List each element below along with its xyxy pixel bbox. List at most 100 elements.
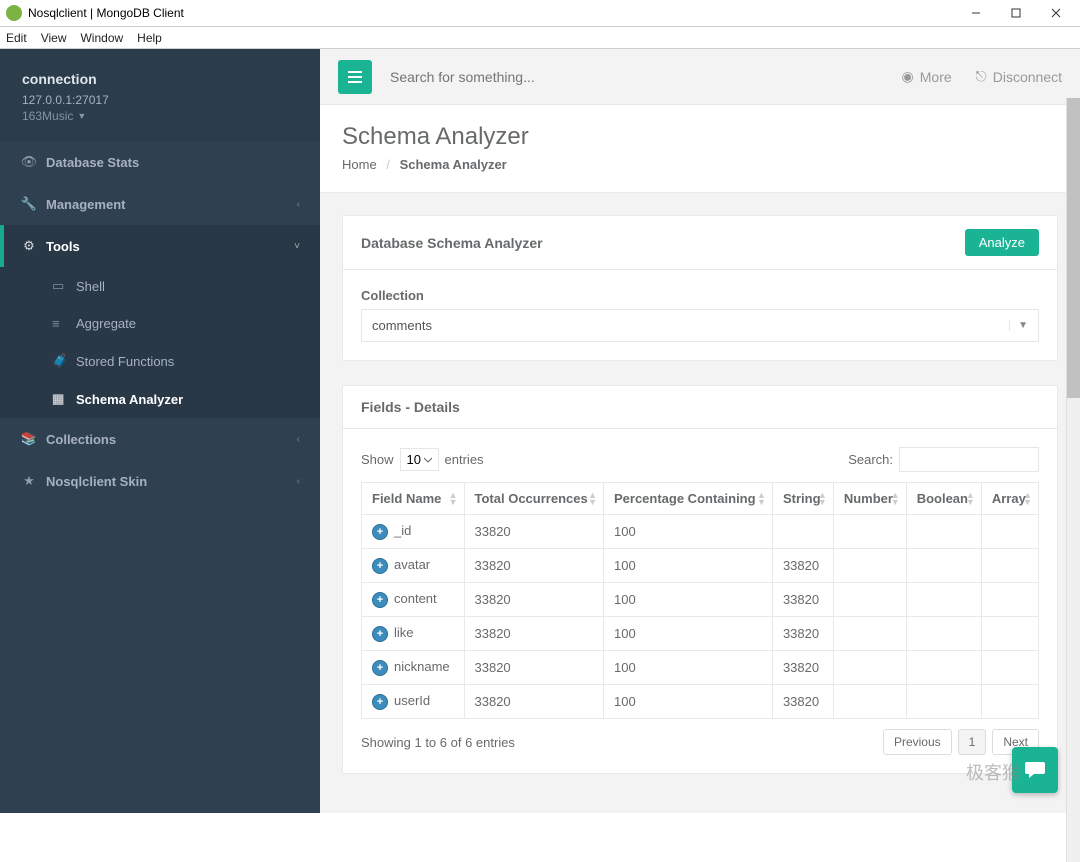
expand-icon[interactable]: + xyxy=(372,592,388,608)
menu-window[interactable]: Window xyxy=(80,31,123,45)
sidebar-item-label: Tools xyxy=(46,239,294,254)
sidebar-item-label: Management xyxy=(46,197,297,212)
col-boolean[interactable]: Boolean▲▼ xyxy=(906,483,981,515)
cell-value xyxy=(981,617,1038,651)
more-label: More xyxy=(920,69,952,85)
cell-value: 33820 xyxy=(464,583,603,617)
chevron-down-icon: ▼ xyxy=(1009,320,1028,331)
cell-value xyxy=(833,549,906,583)
cell-value xyxy=(833,515,906,549)
chevron-left-icon: ‹ xyxy=(297,434,300,445)
cell-value xyxy=(833,617,906,651)
sort-icon: ▲▼ xyxy=(1023,492,1032,506)
scroll-thumb[interactable] xyxy=(1067,98,1080,398)
sort-icon: ▲▼ xyxy=(891,492,900,506)
col-string[interactable]: String▲▼ xyxy=(772,483,833,515)
star-icon: ★ xyxy=(20,473,38,489)
wrench-icon: 🔧 xyxy=(20,196,38,212)
cell-field-name: +_id xyxy=(362,515,465,549)
analyze-button[interactable]: Analyze xyxy=(965,229,1039,256)
cell-value: 33820 xyxy=(464,685,603,719)
more-button[interactable]: ◉ More xyxy=(902,68,952,85)
col-field-name[interactable]: Field Name▲▼ xyxy=(362,483,465,515)
cell-value xyxy=(906,685,981,719)
col-number[interactable]: Number▲▼ xyxy=(833,483,906,515)
cell-value: 33820 xyxy=(772,583,833,617)
length-select[interactable]: 10 xyxy=(400,448,439,471)
sidebar-toggle-button[interactable] xyxy=(338,60,372,94)
cell-value: 33820 xyxy=(772,651,833,685)
paginate-page-1[interactable]: 1 xyxy=(958,729,987,755)
page-heading: Schema Analyzer Home / Schema Analyzer xyxy=(320,105,1080,193)
chat-button[interactable] xyxy=(1012,747,1058,793)
sidebar-item-database-stats[interactable]: 👁 Database Stats xyxy=(0,141,320,183)
cell-field-name: +avatar xyxy=(362,549,465,583)
expand-icon[interactable]: + xyxy=(372,524,388,540)
window-scrollbar[interactable] xyxy=(1066,98,1080,862)
window-titlebar: Nosqlclient | MongoDB Client xyxy=(0,0,1080,27)
cell-value xyxy=(833,583,906,617)
connection-label: connection xyxy=(22,71,298,87)
subnav-label: Aggregate xyxy=(76,316,136,331)
expand-icon[interactable]: + xyxy=(372,558,388,574)
sidebar-item-label: Nosqlclient Skin xyxy=(46,474,297,489)
cell-value xyxy=(981,583,1038,617)
cell-value: 100 xyxy=(603,617,772,651)
minimize-button[interactable] xyxy=(956,0,996,27)
eye-icon: 👁 xyxy=(20,154,38,170)
cell-value xyxy=(981,651,1038,685)
breadcrumb-home[interactable]: Home xyxy=(342,157,377,172)
connection-host: 127.0.0.1:27017 xyxy=(22,93,298,107)
cell-value xyxy=(981,549,1038,583)
subnav-schema-analyzer[interactable]: ▦ Schema Analyzer xyxy=(0,380,320,418)
sidebar-item-management[interactable]: 🔧 Management ‹ xyxy=(0,183,320,225)
sidebar-item-label: Database Stats xyxy=(46,155,300,170)
cell-value xyxy=(906,583,981,617)
length-entries: entries xyxy=(445,452,484,467)
table-row: +nickname3382010033820 xyxy=(362,651,1039,685)
table-info: Showing 1 to 6 of 6 entries xyxy=(361,735,883,750)
table-search-input[interactable] xyxy=(899,447,1039,472)
chat-icon xyxy=(1024,760,1046,780)
sidebar-item-collections[interactable]: 📚 Collections ‹ xyxy=(0,418,320,460)
subnav-stored-functions[interactable]: 🧳 Stored Functions xyxy=(0,342,320,380)
cell-value: 100 xyxy=(603,685,772,719)
expand-icon[interactable]: + xyxy=(372,626,388,642)
connection-db-dropdown[interactable]: 163Music ▼ xyxy=(22,109,298,123)
col-array[interactable]: Array▲▼ xyxy=(981,483,1038,515)
sidebar-item-label: Collections xyxy=(46,432,297,447)
cell-value: 33820 xyxy=(772,549,833,583)
expand-icon[interactable]: + xyxy=(372,660,388,676)
cell-value xyxy=(981,515,1038,549)
search-input[interactable] xyxy=(386,61,646,93)
menu-help[interactable]: Help xyxy=(137,31,162,45)
cell-value: 33820 xyxy=(464,651,603,685)
menubar: Edit View Window Help xyxy=(0,27,1080,49)
cell-value: 33820 xyxy=(772,685,833,719)
app-icon xyxy=(6,5,22,21)
expand-icon[interactable]: + xyxy=(372,694,388,710)
disconnect-button[interactable]: ⎋ Disconnect xyxy=(976,68,1062,85)
cell-value xyxy=(906,515,981,549)
chevron-down-icon: ˅ xyxy=(294,241,300,252)
sidebar-item-tools[interactable]: ⚙ Tools ˅ xyxy=(0,225,320,267)
cell-field-name: +content xyxy=(362,583,465,617)
col-percentage-containing[interactable]: Percentage Containing▲▼ xyxy=(603,483,772,515)
sidebar-item-skin[interactable]: ★ Nosqlclient Skin ‹ xyxy=(0,460,320,502)
collection-value: comments xyxy=(372,318,432,333)
maximize-button[interactable] xyxy=(996,0,1036,27)
close-button[interactable] xyxy=(1036,0,1076,27)
cell-value: 100 xyxy=(603,583,772,617)
col-total-occurrences[interactable]: Total Occurrences▲▼ xyxy=(464,483,603,515)
collection-select[interactable]: comments ▼ xyxy=(361,309,1039,342)
menu-view[interactable]: View xyxy=(41,31,67,45)
chevron-down-icon: ▼ xyxy=(77,111,86,121)
length-show: Show xyxy=(361,452,394,467)
breadcrumb-current: Schema Analyzer xyxy=(400,157,507,172)
menu-edit[interactable]: Edit xyxy=(6,31,27,45)
subnav-shell[interactable]: ▭ Shell xyxy=(0,267,320,305)
subnav-aggregate[interactable]: ≡ Aggregate xyxy=(0,305,320,342)
paginate-previous[interactable]: Previous xyxy=(883,729,952,755)
connection-block: connection 127.0.0.1:27017 163Music ▼ xyxy=(0,49,320,141)
cell-value xyxy=(981,685,1038,719)
